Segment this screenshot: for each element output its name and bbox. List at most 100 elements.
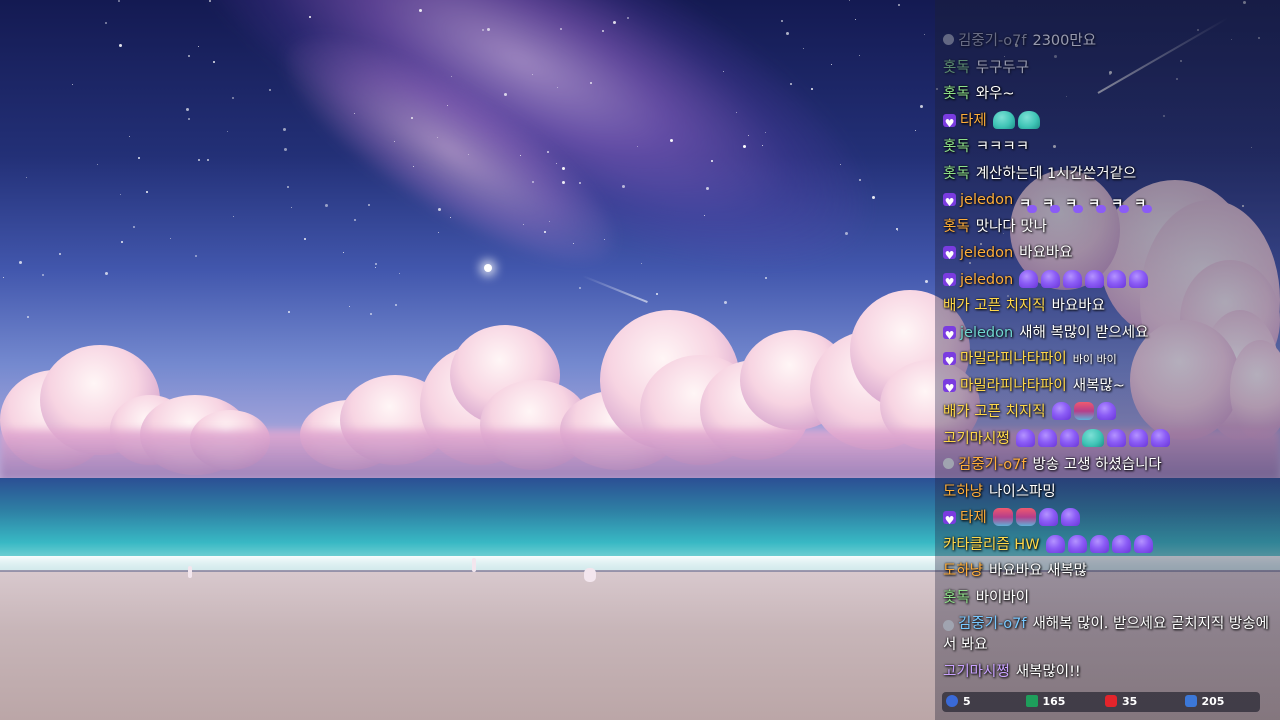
star [786, 32, 789, 35]
chat-nickname[interactable]: 고기마시쩡 [943, 664, 1010, 680]
chat-message: 고기마시쩡 새복많이!! [943, 659, 1273, 686]
chat-text: 맛나다 맛나 [975, 218, 1047, 235]
star [437, 137, 438, 138]
purple-emote-icon [1019, 269, 1039, 288]
star [547, 151, 549, 153]
chat-message: subscriber-heart-iconjeledonㅋㅋㅋㅋㅋㅋ [943, 187, 1273, 217]
chat-text: 바이 바이 [1072, 353, 1117, 366]
chat-nickname[interactable]: 홋독 [943, 166, 970, 182]
user-icon: user-icon [943, 34, 954, 45]
star [395, 304, 397, 306]
star [368, 204, 370, 206]
subscriber-heart-icon: subscriber-heart-icon [943, 323, 956, 349]
star [349, 306, 350, 307]
purple-emote-icon [1111, 534, 1131, 553]
chat-nickname[interactable]: 도하냥 [943, 563, 983, 579]
star [3, 277, 4, 278]
star [706, 187, 709, 190]
star [840, 164, 841, 165]
chat-nickname[interactable]: 홋독 [943, 590, 970, 606]
star [19, 261, 22, 264]
subscriber-heart-icon: subscriber-heart-icon [943, 270, 956, 296]
teal-emote-icon [992, 110, 1015, 129]
star [765, 277, 767, 279]
chat-nickname[interactable]: 도하냥 [943, 484, 983, 500]
star [97, 164, 98, 165]
chat-nickname[interactable]: 배가 고픈 치지직 [943, 298, 1046, 314]
chat-nickname[interactable]: jeledon [960, 272, 1013, 288]
star [213, 61, 215, 63]
star [438, 208, 441, 211]
chat-message: 홋독 두구두구 [943, 55, 1273, 82]
chat-text: 바이바이 [975, 589, 1030, 606]
subscriber-heart-icon: subscriber-heart-icon [943, 349, 956, 376]
chat-nickname[interactable]: 홋독 [943, 219, 970, 235]
star [438, 232, 439, 233]
star [849, 0, 850, 1]
chat-message-list[interactable]: user-icon김중기-o7f2300만요홋독두구두구홋독와우~subscri… [943, 28, 1273, 686]
chat-nickname[interactable]: 마밀라피나타파이 [960, 378, 1067, 394]
kk-emote-icon: ㅋ [1019, 192, 1039, 212]
chat-nickname[interactable]: 타제 [960, 510, 987, 526]
purple-emote-icon [1106, 428, 1126, 447]
purple-emote-icon [1133, 534, 1153, 553]
chat-nickname[interactable]: 홋독 [943, 139, 970, 155]
chat-message: 홋독 맛나다 맛나 [943, 214, 1273, 241]
star [146, 191, 148, 193]
star [120, 194, 121, 195]
star [562, 181, 565, 184]
star [487, 28, 490, 31]
chat-nickname[interactable]: jeledon [960, 192, 1013, 208]
chat-nickname[interactable]: 김중기-o7f [958, 457, 1026, 473]
star [915, 130, 916, 131]
user-icon: user-icon [943, 458, 954, 469]
purple-emote-icon [1085, 269, 1105, 288]
star [343, 252, 344, 253]
chat-nickname[interactable]: 홋독 [943, 86, 970, 102]
star [133, 226, 135, 228]
chat-message: subscriber-heart-icon 마밀라피나타파이 새복많~ [943, 373, 1273, 402]
bright-star [484, 264, 492, 272]
chat-message: subscriber-heart-icon jeledon [943, 267, 1273, 296]
star [354, 113, 355, 114]
chat-nickname[interactable]: 타제 [960, 113, 987, 129]
purple-emote-icon [1060, 508, 1080, 526]
chat-nickname[interactable]: 김중기-o7f [958, 616, 1026, 632]
chat-nickname[interactable]: 고기마시쩡 [943, 431, 1010, 447]
star [590, 82, 592, 84]
star [170, 238, 171, 239]
purple-emote-icon [1063, 269, 1083, 288]
purple-emote-icon [1045, 534, 1065, 553]
star [622, 185, 625, 188]
star [573, 243, 574, 244]
chat-nickname[interactable]: 홋독 [943, 60, 970, 76]
chat-nickname[interactable]: jeledon [960, 245, 1013, 261]
chat-nickname[interactable]: 마밀라피나타파이 [960, 351, 1067, 367]
star [129, 136, 130, 137]
star [419, 9, 422, 12]
chat-text: 바요바요 [1051, 298, 1105, 314]
chat-message: 홋독 계산하는데 1시간쓴거같으 [943, 161, 1273, 188]
star [375, 263, 377, 265]
chat-nickname[interactable]: jeledon [960, 325, 1013, 341]
star [233, 216, 234, 217]
star [287, 186, 289, 188]
star [450, 217, 451, 218]
chat-nickname[interactable]: 김중기-o7f [958, 33, 1026, 49]
chat-message: 배가 고픈 치지직 [943, 399, 1273, 426]
chat-message: 도하냥 바요바요 새복많 [943, 558, 1273, 585]
chat-text: 새복많~ [1072, 377, 1125, 394]
lv-badge-icon [1184, 695, 1197, 707]
chat-nickname[interactable]: 배가 고픈 치지직 [943, 404, 1046, 420]
star [288, 311, 290, 313]
star [523, 224, 524, 225]
kk-emote-icon: ㅋ [1111, 192, 1131, 212]
stat-infinity: 5 [942, 692, 1022, 712]
infinity-icon [946, 695, 958, 707]
star [105, 22, 107, 24]
kk-emote-icon: ㅋ [1088, 192, 1108, 212]
chat-nickname[interactable]: 카타클리즘 HW [943, 537, 1040, 553]
star [72, 84, 73, 85]
purple-emote-icon [1107, 269, 1127, 288]
star [354, 219, 356, 221]
